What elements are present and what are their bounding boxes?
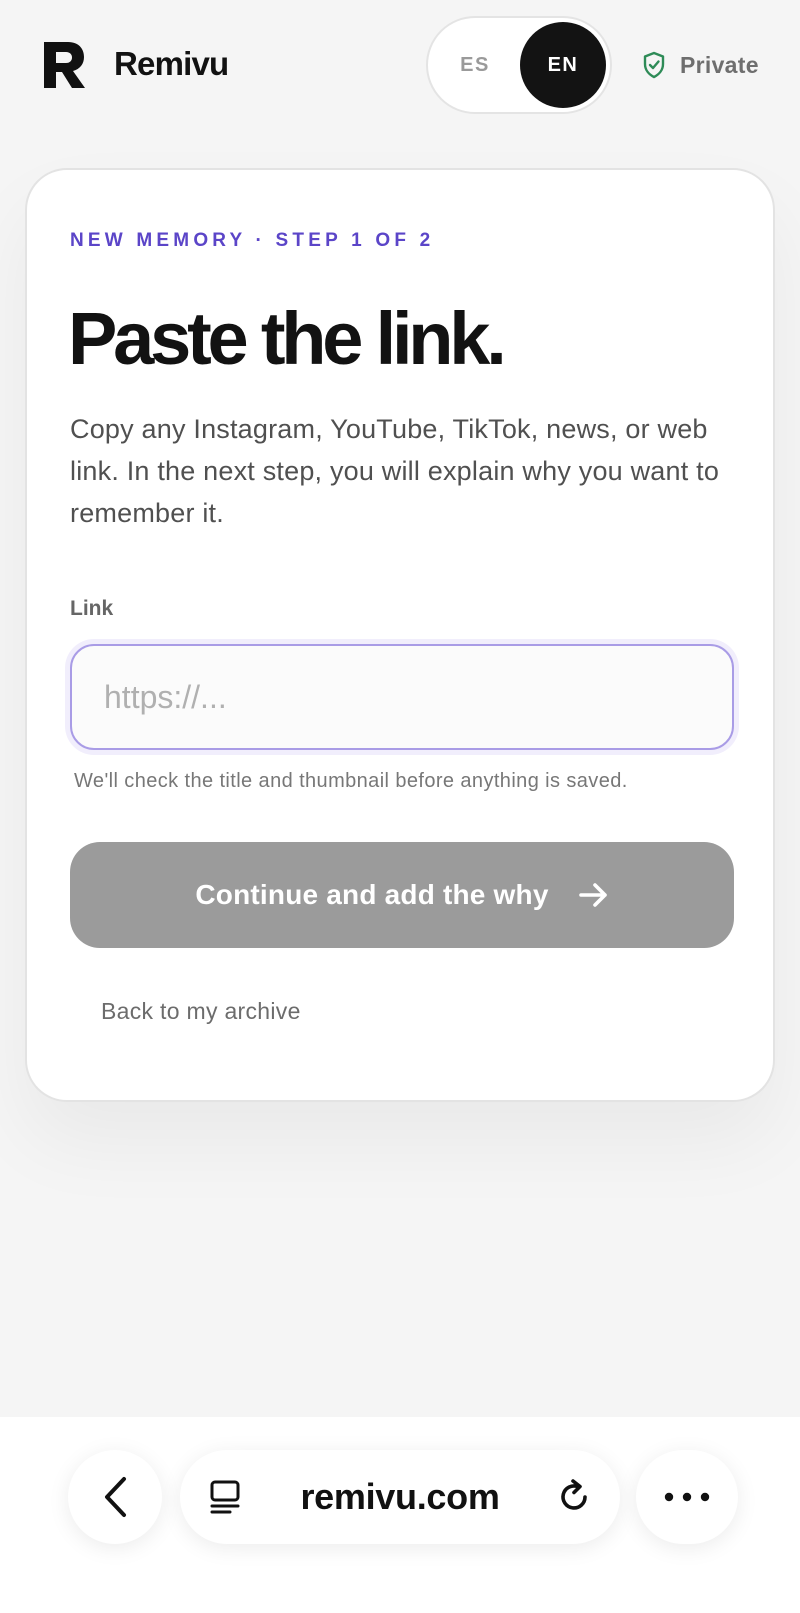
browser-toolbar: remivu.com — [0, 1417, 800, 1613]
new-memory-card: NEW MEMORY · STEP 1 OF 2 Paste the link.… — [25, 168, 775, 1102]
brand-name[interactable]: Remivu — [114, 44, 229, 84]
shield-check-icon — [643, 51, 665, 79]
page-description: Copy any Instagram, YouTube, TikTok, new… — [70, 414, 720, 528]
language-option-es[interactable]: ES — [428, 18, 522, 112]
remivu-logo-icon[interactable] — [42, 40, 87, 90]
browser-back-button[interactable] — [68, 1450, 162, 1544]
page: Remivu ES EN Private NEW MEMORY · STEP 1… — [0, 0, 800, 1613]
back-icon — [105, 1477, 126, 1517]
continue-button-label: Continue and add the why — [195, 879, 549, 910]
privacy-label: Private — [680, 51, 759, 78]
app-header: Remivu ES EN Private — [0, 0, 800, 130]
link-field-label: Link — [70, 597, 114, 620]
reload-icon[interactable] — [554, 1477, 594, 1517]
back-to-archive-link[interactable]: Back to my archive — [101, 998, 301, 1025]
link-input[interactable] — [70, 644, 734, 750]
language-toggle[interactable]: ES EN — [426, 16, 612, 114]
language-option-en[interactable]: EN — [520, 22, 606, 108]
more-icon — [664, 1492, 710, 1502]
arrow-right-icon — [578, 883, 607, 907]
address-bar[interactable]: remivu.com — [180, 1450, 620, 1544]
link-helper-text: We'll check the title and thumbnail befo… — [74, 770, 628, 792]
privacy-indicator: Private — [642, 48, 759, 82]
more-options-button[interactable] — [636, 1450, 738, 1544]
continue-button[interactable]: Continue and add the why — [70, 842, 734, 948]
page-title: Paste the link. — [68, 297, 507, 380]
step-indicator: NEW MEMORY · STEP 1 OF 2 — [70, 230, 435, 251]
